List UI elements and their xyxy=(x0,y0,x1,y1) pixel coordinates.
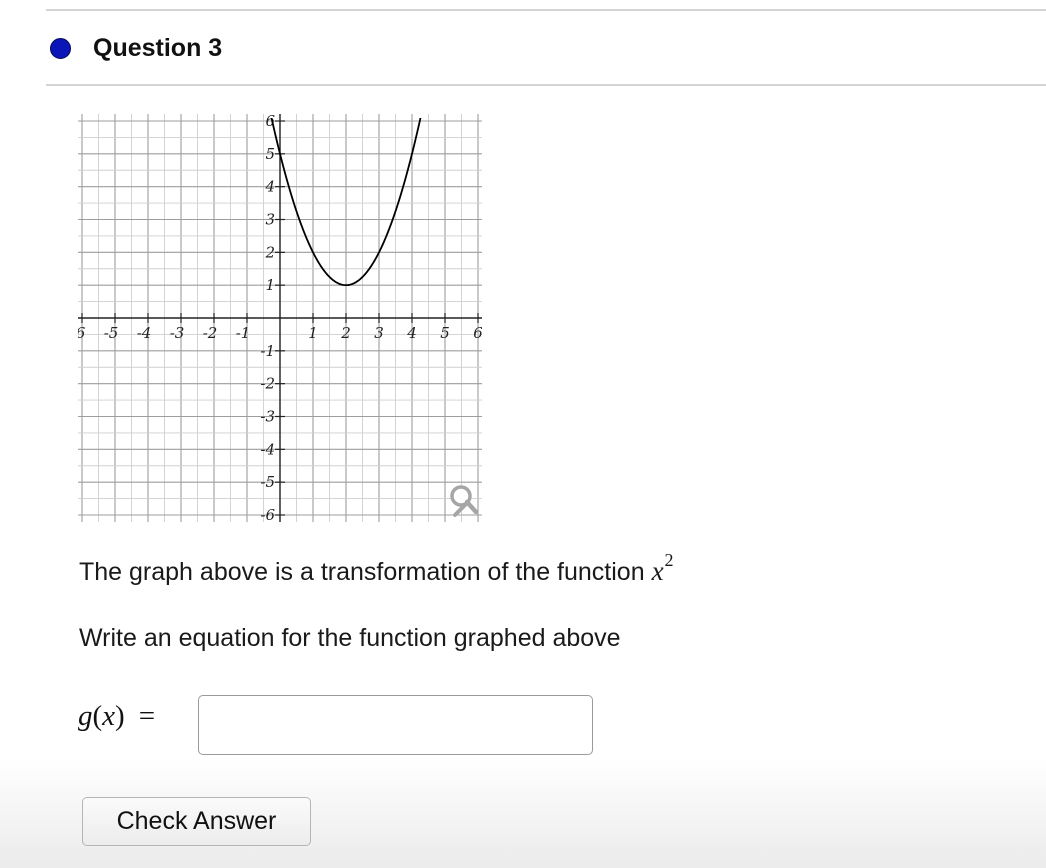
y-tick-label: -5 xyxy=(260,473,275,491)
y-tick-label: -2 xyxy=(260,375,275,393)
magnifier-icon[interactable] xyxy=(450,485,479,517)
answer-variable: x xyxy=(102,700,116,732)
prompt-text: The graph above is a transformation of t… xyxy=(79,558,652,586)
x-tick-label: 1 xyxy=(308,324,318,342)
x-tick-label: 2 xyxy=(340,324,351,342)
y-tick-label: -6 xyxy=(260,506,275,522)
y-tick-label: -4 xyxy=(260,440,275,458)
x-tick-label: -5 xyxy=(104,324,119,342)
answer-func-name: g xyxy=(78,700,93,732)
function-graph: -6-5-4-3-2-1123456654321-1-2-3-4-5-6 xyxy=(78,114,482,522)
top-divider xyxy=(46,9,1046,11)
x-tick-label: -2 xyxy=(203,324,218,342)
graph-axes xyxy=(78,114,482,522)
x-tick-label: -1 xyxy=(236,324,251,342)
parent-function-base: x xyxy=(651,556,664,586)
question-header: Question 3 xyxy=(50,30,222,66)
x-tick-label: -6 xyxy=(78,324,86,342)
x-tick-label: 5 xyxy=(440,324,450,342)
y-tick-label: 4 xyxy=(264,178,275,196)
x-tick-label: 6 xyxy=(473,324,482,342)
answer-close-paren: ) xyxy=(115,700,125,732)
x-tick-label: 3 xyxy=(374,324,384,342)
answer-input[interactable] xyxy=(198,695,593,755)
prompt-transformation: The graph above is a transformation of t… xyxy=(79,550,674,587)
y-tick-label: 2 xyxy=(264,243,275,261)
y-tick-label: 1 xyxy=(265,276,275,294)
check-answer-button[interactable]: Check Answer xyxy=(82,797,311,846)
y-tick-label: -1 xyxy=(260,342,275,360)
question-title: Question 3 xyxy=(93,33,223,62)
y-tick-label: 3 xyxy=(265,211,275,229)
answer-open-paren: ( xyxy=(92,700,103,732)
answer-label: g(x) = xyxy=(78,700,155,733)
prompt-instruction: Write an equation for the function graph… xyxy=(79,624,621,652)
x-tick-label: -3 xyxy=(170,324,185,342)
question-status-dot xyxy=(50,37,71,59)
x-tick-label: 4 xyxy=(406,324,417,342)
y-tick-label: -3 xyxy=(260,408,275,426)
x-tick-label: -4 xyxy=(137,324,152,342)
graph: -6-5-4-3-2-1123456654321-1-2-3-4-5-6 xyxy=(78,114,482,522)
y-tick-label: 5 xyxy=(265,145,275,163)
header-divider xyxy=(46,84,1046,86)
answer-equals-sign: = xyxy=(138,700,156,732)
parent-function-exponent: 2 xyxy=(664,550,674,570)
